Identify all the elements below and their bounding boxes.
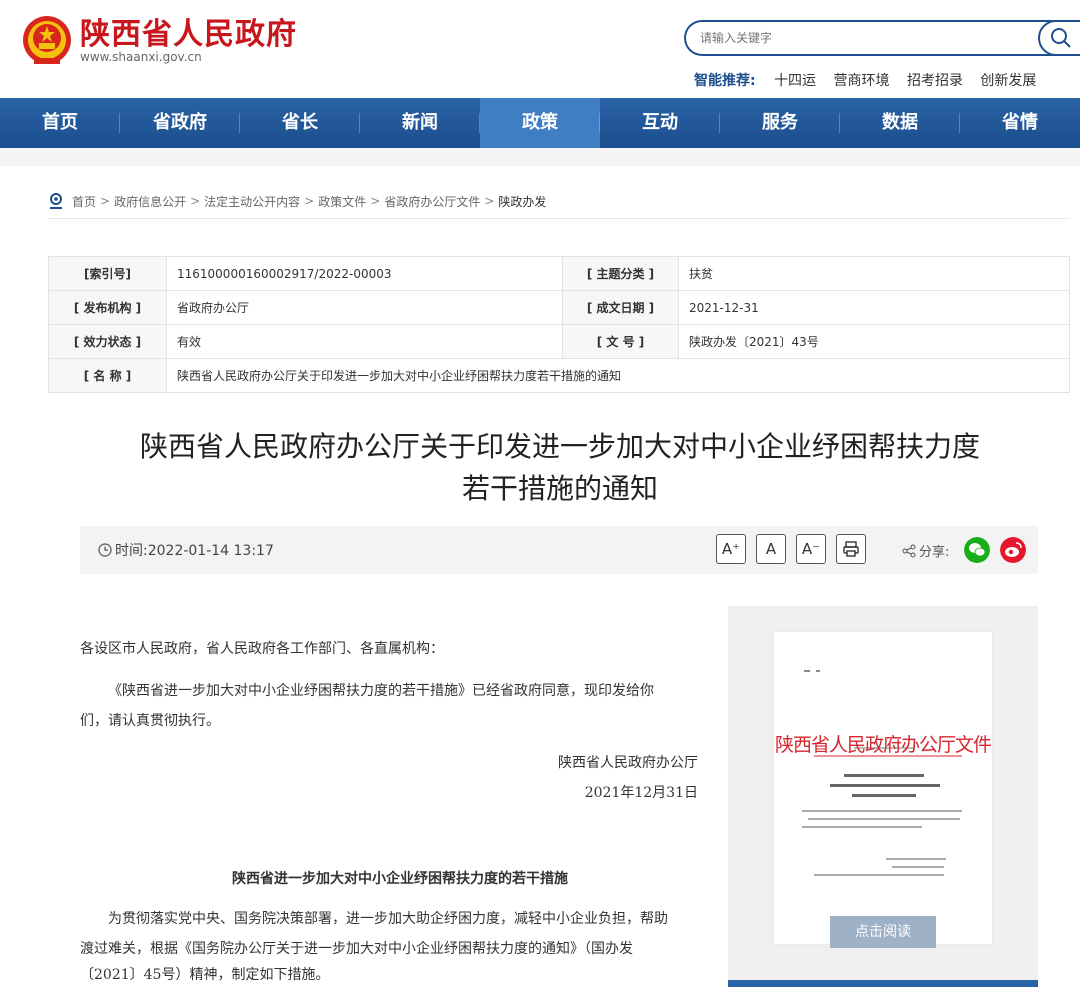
table-row: [ 发布机构 ] 省政府办公厅 [ 成文日期 ] 2021-12-31 bbox=[48, 290, 1070, 325]
nav-item-government[interactable]: 省政府 bbox=[120, 98, 240, 148]
publish-time-text: 时间:2022-01-14 13:17 bbox=[115, 543, 274, 559]
recommend-item[interactable]: 招考招录 bbox=[907, 73, 963, 89]
recommend-item[interactable]: 创新发展 bbox=[980, 73, 1036, 89]
share-section: 分享: bbox=[902, 541, 949, 560]
table-row: [索引号] 116100000160002917/2022-00003 [ 主题… bbox=[48, 256, 1070, 291]
sign-date: 2021年12月31日 bbox=[584, 785, 698, 801]
nav-item-home[interactable]: 首页 bbox=[0, 98, 120, 148]
topic-label: [ 主题分类 ] bbox=[562, 256, 679, 291]
breadcrumb-item[interactable]: 法定主动公开内容 bbox=[204, 193, 300, 210]
document-preview-graphic bbox=[802, 670, 962, 876]
docno-value: 陕政办发〔2021〕43号 bbox=[678, 324, 1070, 359]
salutation: 各设区市人民政府，省人民政府各工作部门、各直属机构： bbox=[80, 641, 444, 657]
issuer-value: 省政府办公厅 bbox=[166, 290, 563, 325]
date-label: [ 成文日期 ] bbox=[562, 290, 679, 325]
article-toolbar: 时间:2022-01-14 13:17 A⁺ A A⁻ 分享: bbox=[80, 526, 1038, 574]
clock-icon bbox=[98, 543, 112, 557]
document-thumbnail[interactable]: 陕西省人民政府办公厅文件 bbox=[774, 632, 992, 944]
breadcrumb-divider bbox=[48, 218, 1070, 219]
smart-recommend: 智能推荐: 十四运 营商环境 招考招录 创新发展 bbox=[694, 70, 1049, 90]
search-button[interactable] bbox=[1038, 20, 1080, 56]
nav-item-policy[interactable]: 政策 bbox=[480, 98, 600, 148]
nav-item-province-info[interactable]: 省情 bbox=[960, 98, 1080, 148]
name-value: 陕西省人民政府办公厅关于印发进一步加大对中小企业纾困帮扶力度若干措施的通知 bbox=[166, 358, 1070, 393]
index-value: 116100000160002917/2022-00003 bbox=[166, 256, 563, 291]
print-icon bbox=[843, 541, 859, 557]
article-title: 陕西省人民政府办公厅关于印发进一步加大对中小企业纾困帮扶力度 若干措施的通知 bbox=[80, 426, 1040, 510]
table-row: [ 效力状态 ] 有效 [ 文 号 ] 陕政办发〔2021〕43号 bbox=[48, 324, 1070, 359]
name-label: [ 名 称 ] bbox=[48, 358, 167, 393]
recommend-item[interactable]: 营商环境 bbox=[834, 73, 890, 89]
paragraph-line: 为贯彻落实党中央、国务院决策部署，进一步加大助企纾困力度，减轻中小企业负担，帮助 bbox=[108, 911, 668, 927]
breadcrumb-item[interactable]: 政府信息公开 bbox=[114, 193, 186, 210]
nav-item-data[interactable]: 数据 bbox=[840, 98, 960, 148]
nav-shadow-bar bbox=[0, 148, 1080, 166]
paragraph-line: 《陕西省进一步加大对中小企业纾困帮扶力度的若干措施》已经省政府同意，现印发给你 bbox=[108, 683, 654, 699]
breadcrumb-item[interactable]: 政策文件 bbox=[318, 193, 366, 210]
breadcrumb-item[interactable]: 省政府办公厅文件 bbox=[384, 193, 480, 210]
weibo-share-icon[interactable] bbox=[1000, 537, 1026, 563]
document-preview-panel: 陕西省人民政府办公厅文件 点击阅读 bbox=[728, 606, 1038, 987]
location-pin-icon bbox=[50, 193, 62, 209]
paragraph-line: 们，请认真贯彻执行。 bbox=[80, 713, 220, 729]
search-icon bbox=[1051, 28, 1071, 48]
site-url: www.shaanxi.gov.cn bbox=[80, 50, 202, 64]
nav-item-governor[interactable]: 省长 bbox=[240, 98, 360, 148]
status-label: [ 效力状态 ] bbox=[48, 324, 167, 359]
publish-time: 时间:2022-01-14 13:17 bbox=[98, 540, 274, 560]
document-info-table: [索引号] 116100000160002917/2022-00003 [ 主题… bbox=[48, 256, 1070, 393]
issuer-label: [ 发布机构 ] bbox=[48, 290, 167, 325]
nav-item-interaction[interactable]: 互动 bbox=[600, 98, 720, 148]
date-value: 2021-12-31 bbox=[678, 290, 1070, 325]
site-logo[interactable]: 陕西省人民政府 www.shaanxi.gov.cn bbox=[20, 14, 297, 68]
font-size-large-button[interactable]: A⁺ bbox=[716, 534, 746, 564]
topic-value: 扶贫 bbox=[678, 256, 1070, 291]
status-value: 有效 bbox=[166, 324, 563, 359]
article-subtitle: 陕西省进一步加大对中小企业纾困帮扶力度的若干措施 bbox=[232, 871, 568, 887]
main-nav: 首页 省政府 省长 新闻 政策 互动 服务 数据 省情 bbox=[0, 98, 1080, 148]
print-button[interactable] bbox=[836, 534, 866, 564]
breadcrumb-item[interactable]: 首页 bbox=[72, 193, 96, 210]
nav-item-services[interactable]: 服务 bbox=[720, 98, 840, 148]
paragraph-line: 〔2021〕45号）精神，制定如下措施。 bbox=[80, 967, 330, 983]
index-label: [索引号] bbox=[48, 256, 167, 291]
read-document-button[interactable]: 点击阅读 bbox=[830, 916, 936, 948]
recommend-item[interactable]: 十四运 bbox=[774, 73, 816, 89]
breadcrumb: 首页 > 政府信息公开 > 法定主动公开内容 > 政策文件 > 省政府办公厅文件 > 陕政… bbox=[48, 192, 546, 210]
side-panel-bar bbox=[728, 980, 1038, 987]
national-emblem-icon bbox=[23, 16, 71, 64]
docno-label: [ 文 号 ] bbox=[562, 324, 679, 359]
site-title: 陕西省人民政府 bbox=[80, 17, 297, 52]
share-label: 分享: bbox=[919, 545, 950, 560]
font-size-small-button[interactable]: A⁻ bbox=[796, 534, 826, 564]
wechat-share-icon[interactable] bbox=[964, 537, 990, 563]
signature: 陕西省人民政府办公厅 bbox=[558, 755, 698, 771]
search-box bbox=[684, 20, 1080, 56]
nav-item-news[interactable]: 新闻 bbox=[360, 98, 480, 148]
recommend-label: 智能推荐: bbox=[694, 73, 756, 89]
title-line: 陕西省人民政府办公厅关于印发进一步加大对中小企业纾困帮扶力度 bbox=[139, 430, 980, 463]
search-input[interactable] bbox=[700, 22, 1030, 54]
site-header: 陕西省人民政府 www.shaanxi.gov.cn 智能推荐: 十四运 营商环… bbox=[0, 0, 1080, 98]
document-header-text: 陕西省人民政府办公厅文件 bbox=[774, 734, 992, 756]
table-row: [ 名 称 ] 陕西省人民政府办公厅关于印发进一步加大对中小企业纾困帮扶力度若干… bbox=[48, 358, 1070, 393]
share-icon bbox=[902, 544, 916, 557]
paragraph-line: 渡过难关，根据《国务院办公厅关于进一步加大对中小企业纾困帮扶力度的通知》（国办发 bbox=[80, 941, 633, 957]
title-line: 若干措施的通知 bbox=[461, 472, 658, 505]
breadcrumb-current[interactable]: 陕政办发 bbox=[498, 193, 546, 210]
font-size-normal-button[interactable]: A bbox=[756, 534, 786, 564]
